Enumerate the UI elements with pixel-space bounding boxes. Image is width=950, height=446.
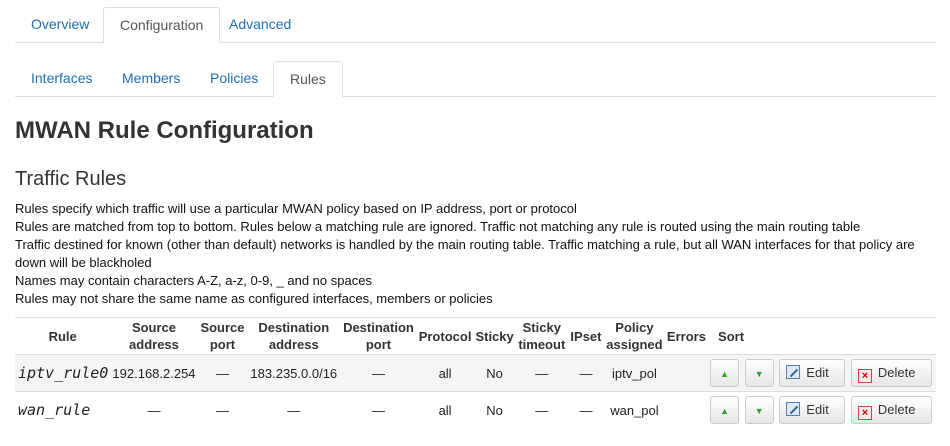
- header-errors: Errors: [664, 317, 709, 355]
- top-tabs: Overview Configuration Advanced: [15, 7, 936, 43]
- cell-sort-actions: ▲ ▼ Edit × Delete: [708, 391, 936, 429]
- sub-tabs: Interfaces Members Policies Rules: [15, 61, 936, 97]
- cell-ipset: —: [567, 391, 605, 429]
- cell-destination-port: —: [340, 391, 417, 429]
- arrow-down-icon: ▼: [754, 406, 764, 417]
- description-line: Rules specify which traffic will use a p…: [15, 201, 577, 216]
- edit-button[interactable]: Edit: [779, 359, 846, 387]
- cell-destination-port: —: [340, 354, 417, 392]
- tab-policies[interactable]: Policies: [194, 61, 274, 97]
- tab-configuration[interactable]: Configuration: [103, 7, 221, 43]
- cell-source-address: —: [110, 391, 198, 429]
- table-row: wan_rule — — — — all No — — wan_pol ▲ ▼ …: [15, 391, 936, 429]
- arrow-up-icon: ▲: [720, 369, 729, 379]
- cell-errors: [664, 391, 709, 429]
- table-row: iptv_rule0 192.168.2.254 — 183.235.0.0/1…: [15, 354, 936, 392]
- arrow-down-icon: ▼: [754, 369, 764, 379]
- header-destination-port: Destination port: [340, 317, 417, 355]
- section-title: Traffic Rules: [15, 168, 127, 190]
- cell-source-address: 192.168.2.254: [110, 354, 198, 392]
- move-down-button[interactable]: ▼: [744, 359, 774, 387]
- arrow-up-icon: ▲: [720, 406, 729, 417]
- description-line: Names may contain characters A-Z, a-z, 0…: [15, 273, 372, 288]
- cell-destination-address: —: [247, 391, 341, 429]
- header-sticky: Sticky: [473, 317, 516, 355]
- edit-icon: [786, 402, 801, 417]
- tab-overview[interactable]: Overview: [15, 7, 105, 43]
- header-sort: Sort: [708, 317, 936, 355]
- rule-name: iptv_rule0: [15, 354, 111, 392]
- delete-label: Delete: [877, 402, 916, 418]
- header-source-port: Source port: [197, 317, 248, 355]
- table-header-row: Rule Source address Source port Destinat…: [15, 317, 936, 355]
- description-line: Traffic destined for known (other than d…: [15, 237, 915, 270]
- cell-sticky: No: [473, 354, 516, 392]
- cell-destination-address: 183.235.0.0/16: [247, 354, 341, 392]
- header-rule: Rule: [15, 317, 111, 355]
- move-up-button[interactable]: ▲: [710, 359, 740, 387]
- section-description: Rules specify which traffic will use a p…: [15, 200, 935, 308]
- header-ipset: IPset: [567, 317, 605, 355]
- header-sticky-timeout: Sticky timeout: [515, 317, 568, 355]
- cell-source-port: —: [197, 354, 248, 392]
- move-up-button[interactable]: ▲: [710, 396, 740, 425]
- cell-policy-assigned: wan_pol: [604, 391, 665, 429]
- cell-errors: [664, 354, 709, 392]
- cell-sticky-timeout: —: [515, 354, 568, 392]
- delete-button[interactable]: × Delete: [850, 359, 932, 387]
- cell-policy-assigned: iptv_pol: [604, 354, 665, 392]
- cell-ipset: —: [567, 354, 605, 392]
- delete-icon: ×: [857, 369, 872, 383]
- header-policy-assigned: Policy assigned: [604, 317, 665, 355]
- tab-interfaces[interactable]: Interfaces: [15, 61, 108, 97]
- cell-protocol: all: [416, 354, 474, 392]
- edit-icon: [786, 365, 801, 379]
- header-destination-address: Destination address: [247, 317, 341, 355]
- header-protocol: Protocol: [416, 317, 474, 355]
- edit-label: Edit: [806, 402, 829, 418]
- delete-icon: ×: [857, 406, 872, 421]
- description-line: Rules are matched from top to bottom. Ru…: [15, 219, 861, 234]
- description-line: Rules may not share the same name as con…: [15, 291, 493, 306]
- tab-advanced[interactable]: Advanced: [213, 7, 307, 43]
- edit-button[interactable]: Edit: [779, 396, 846, 425]
- cell-protocol: all: [416, 391, 474, 429]
- header-source-address: Source address: [110, 317, 198, 355]
- delete-button[interactable]: × Delete: [850, 396, 932, 425]
- cell-sticky: No: [473, 391, 516, 429]
- move-down-button[interactable]: ▼: [744, 396, 774, 425]
- tab-rules[interactable]: Rules: [273, 61, 343, 97]
- cell-sticky-timeout: —: [515, 391, 568, 429]
- page-title: MWAN Rule Configuration: [15, 117, 314, 144]
- rule-name: wan_rule: [15, 391, 111, 429]
- cell-source-port: —: [197, 391, 248, 429]
- delete-label: Delete: [877, 365, 916, 380]
- tab-members[interactable]: Members: [106, 61, 196, 97]
- rules-table: Rule Source address Source port Destinat…: [15, 317, 936, 429]
- cell-sort-actions: ▲ ▼ Edit × Delete: [708, 354, 936, 392]
- edit-label: Edit: [806, 365, 829, 380]
